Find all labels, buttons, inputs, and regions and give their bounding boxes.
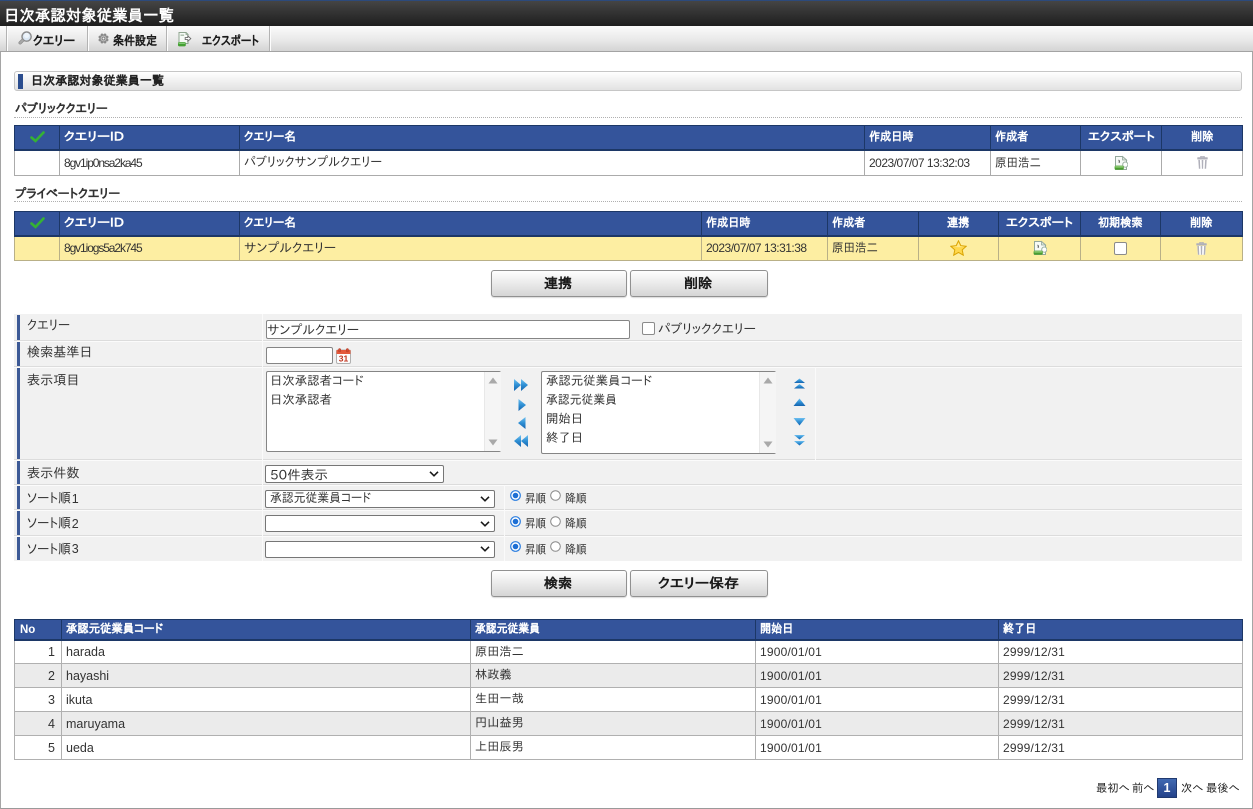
svg-text:31: 31 bbox=[339, 353, 349, 363]
